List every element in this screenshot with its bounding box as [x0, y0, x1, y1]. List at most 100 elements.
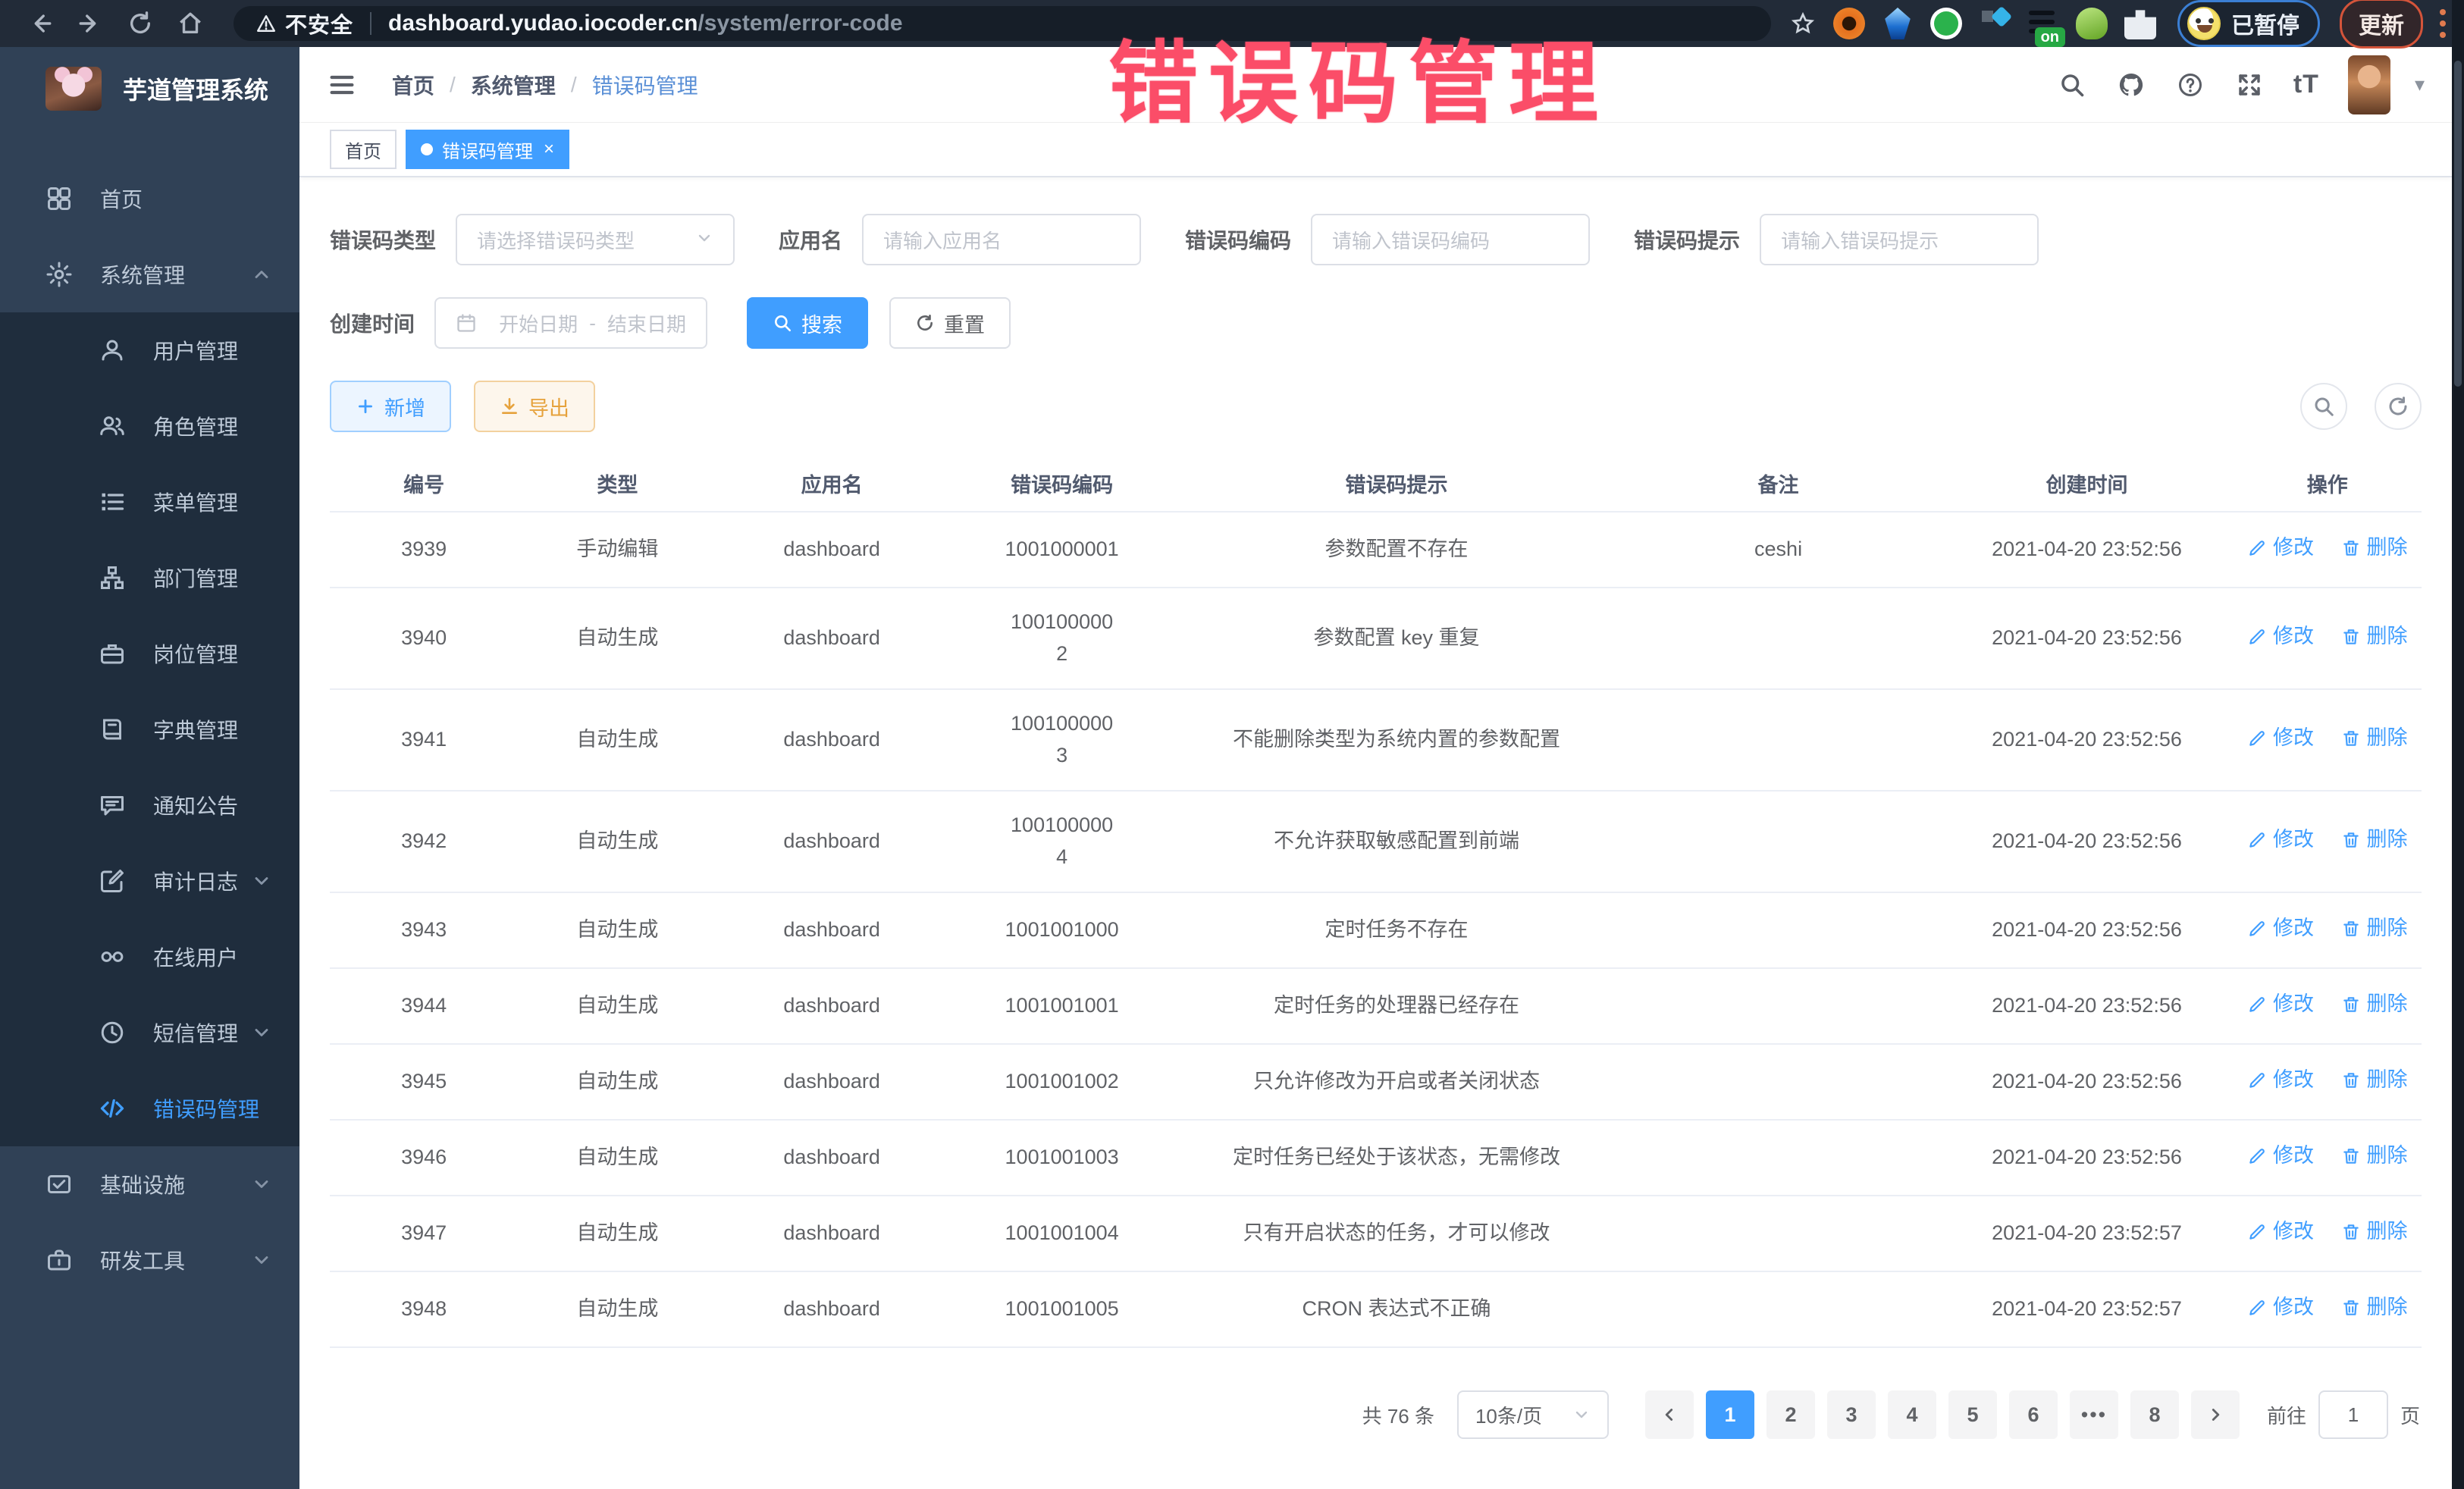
github-icon[interactable]: [2116, 70, 2146, 100]
extension-grid-icon[interactable]: [1979, 8, 2011, 39]
extensions-puzzle-icon[interactable]: [2124, 8, 2156, 39]
sidebar-item-岗位管理[interactable]: 岗位管理: [0, 616, 299, 691]
sidebar-item-字典管理[interactable]: 字典管理: [0, 691, 299, 767]
edit-link[interactable]: 修改: [2247, 532, 2314, 564]
browser-update-button[interactable]: 更新: [2340, 0, 2423, 49]
delete-link[interactable]: 删除: [2341, 723, 2408, 754]
delete-link[interactable]: 删除: [2341, 621, 2408, 653]
delete-link[interactable]: 删除: [2341, 1216, 2408, 1248]
app-logo-row[interactable]: 芋道管理系统: [0, 47, 299, 130]
delete-link[interactable]: 删除: [2341, 1140, 2408, 1172]
edit-link[interactable]: 修改: [2247, 621, 2314, 653]
address-divider: [370, 12, 371, 35]
cell-hint: 参数配置不存在: [1177, 534, 1616, 566]
page-button-2[interactable]: 2: [1766, 1390, 1815, 1439]
cell-type: 自动生成: [518, 826, 716, 857]
edit-link[interactable]: 修改: [2247, 1216, 2314, 1248]
error-hint-input[interactable]: 请输入错误码提示: [1760, 214, 2039, 265]
sidebar-item-基础设施[interactable]: 基础设施: [0, 1146, 299, 1222]
sidebar-item-研发工具[interactable]: 研发工具: [0, 1222, 299, 1298]
search-button-label: 搜索: [801, 309, 842, 338]
page-button-6[interactable]: 6: [2009, 1390, 2058, 1439]
edit-link[interactable]: 修改: [2247, 989, 2314, 1020]
date-range-picker[interactable]: 开始日期 - 结束日期: [434, 297, 707, 349]
extension-key-icon[interactable]: [2076, 8, 2108, 39]
delete-link[interactable]: 删除: [2341, 913, 2408, 945]
extension-orange-icon[interactable]: [1833, 8, 1865, 39]
extension-list-icon[interactable]: on: [2027, 8, 2059, 39]
avatar-caret-icon[interactable]: ▾: [2415, 73, 2425, 96]
browser-forward-icon[interactable]: [76, 9, 105, 38]
delete-link[interactable]: 删除: [2341, 1292, 2408, 1324]
page-button-1[interactable]: 1: [1706, 1390, 1754, 1439]
header-search-icon[interactable]: [2057, 70, 2087, 100]
page-button-8[interactable]: 8: [2130, 1390, 2179, 1439]
cell-code: 1001001005: [947, 1293, 1177, 1325]
error-type-select[interactable]: 请选择错误码类型: [456, 214, 735, 265]
font-size-icon[interactable]: tT: [2293, 70, 2319, 99]
browser-menu-icon[interactable]: [2440, 9, 2446, 38]
edit-link[interactable]: 修改: [2247, 723, 2314, 754]
sidebar-item-首页[interactable]: 首页: [0, 161, 299, 237]
tab-close-icon[interactable]: ×: [544, 139, 554, 160]
fullscreen-icon[interactable]: [2234, 70, 2265, 100]
tab-home[interactable]: 首页: [330, 130, 397, 169]
delete-link[interactable]: 删除: [2341, 824, 2408, 856]
delete-link[interactable]: 删除: [2341, 989, 2408, 1020]
extension-green-icon[interactable]: [1930, 8, 1962, 39]
goto-page-input[interactable]: 1: [2318, 1390, 2388, 1439]
sidebar-item-系统管理[interactable]: 系统管理: [0, 237, 299, 312]
page-more-button[interactable]: •••: [2070, 1390, 2118, 1439]
search-button[interactable]: 搜索: [747, 297, 868, 349]
app-title: 芋道管理系统: [123, 71, 268, 106]
cell-hint: 定时任务不存在: [1177, 914, 1616, 946]
hamburger-icon[interactable]: [327, 69, 359, 101]
edit-link[interactable]: 修改: [2247, 1292, 2314, 1324]
page-button-5[interactable]: 5: [1948, 1390, 1997, 1439]
error-code-input[interactable]: 请输入错误码编码: [1311, 214, 1590, 265]
sidebar-item-审计日志[interactable]: 审计日志: [0, 843, 299, 919]
export-button[interactable]: 导出: [474, 381, 595, 432]
page-size-select[interactable]: 10条/页: [1457, 1390, 1609, 1439]
sidebar-item-短信管理[interactable]: 短信管理: [0, 995, 299, 1071]
browser-reload-icon[interactable]: [126, 9, 155, 38]
browser-scrollbar[interactable]: [2452, 0, 2464, 1489]
sidebar-item-在线用户[interactable]: 在线用户: [0, 919, 299, 995]
sidebar-item-错误码管理[interactable]: 错误码管理: [0, 1071, 299, 1146]
next-page-button[interactable]: [2191, 1390, 2240, 1439]
reset-button[interactable]: 重置: [889, 297, 1011, 349]
delete-link[interactable]: 删除: [2341, 532, 2408, 564]
scrollbar-thumb[interactable]: [2454, 61, 2462, 387]
hide-search-button[interactable]: [2300, 383, 2347, 430]
chevron-down-icon: [695, 229, 713, 251]
page-button-3[interactable]: 3: [1827, 1390, 1876, 1439]
extension-gem-icon[interactable]: [1882, 8, 1914, 39]
add-button[interactable]: 新增: [330, 381, 451, 432]
user-avatar[interactable]: [2348, 55, 2390, 114]
refresh-table-button[interactable]: [2375, 383, 2422, 430]
help-icon[interactable]: [2175, 70, 2205, 100]
edit-link[interactable]: 修改: [2247, 1140, 2314, 1172]
tab-home-label: 首页: [345, 136, 381, 163]
sidebar-item-部门管理[interactable]: 部门管理: [0, 540, 299, 616]
sidebar-item-通知公告[interactable]: 通知公告: [0, 767, 299, 843]
delete-link[interactable]: 删除: [2341, 1064, 2408, 1096]
edit-link[interactable]: 修改: [2247, 1064, 2314, 1096]
page-button-4[interactable]: 4: [1888, 1390, 1936, 1439]
page-size-value: 10条/页: [1475, 1401, 1542, 1429]
chevron-down-icon: [251, 1174, 272, 1195]
profile-paused-pill[interactable]: 已暂停: [2177, 0, 2320, 47]
edit-link[interactable]: 修改: [2247, 913, 2314, 945]
prev-page-button[interactable]: [1645, 1390, 1694, 1439]
browser-back-icon[interactable]: [26, 9, 55, 38]
breadcrumb-system[interactable]: 系统管理: [471, 70, 556, 100]
edit-link[interactable]: 修改: [2247, 824, 2314, 856]
bookmark-star-icon[interactable]: [1791, 11, 1815, 36]
app-name-input[interactable]: 请输入应用名: [862, 214, 1141, 265]
tab-error-code[interactable]: 错误码管理 ×: [406, 130, 569, 169]
breadcrumb-home[interactable]: 首页: [392, 70, 434, 100]
sidebar-item-菜单管理[interactable]: 菜单管理: [0, 464, 299, 540]
sidebar-item-角色管理[interactable]: 角色管理: [0, 388, 299, 464]
sidebar-item-用户管理[interactable]: 用户管理: [0, 312, 299, 388]
browser-home-icon[interactable]: [176, 9, 205, 38]
